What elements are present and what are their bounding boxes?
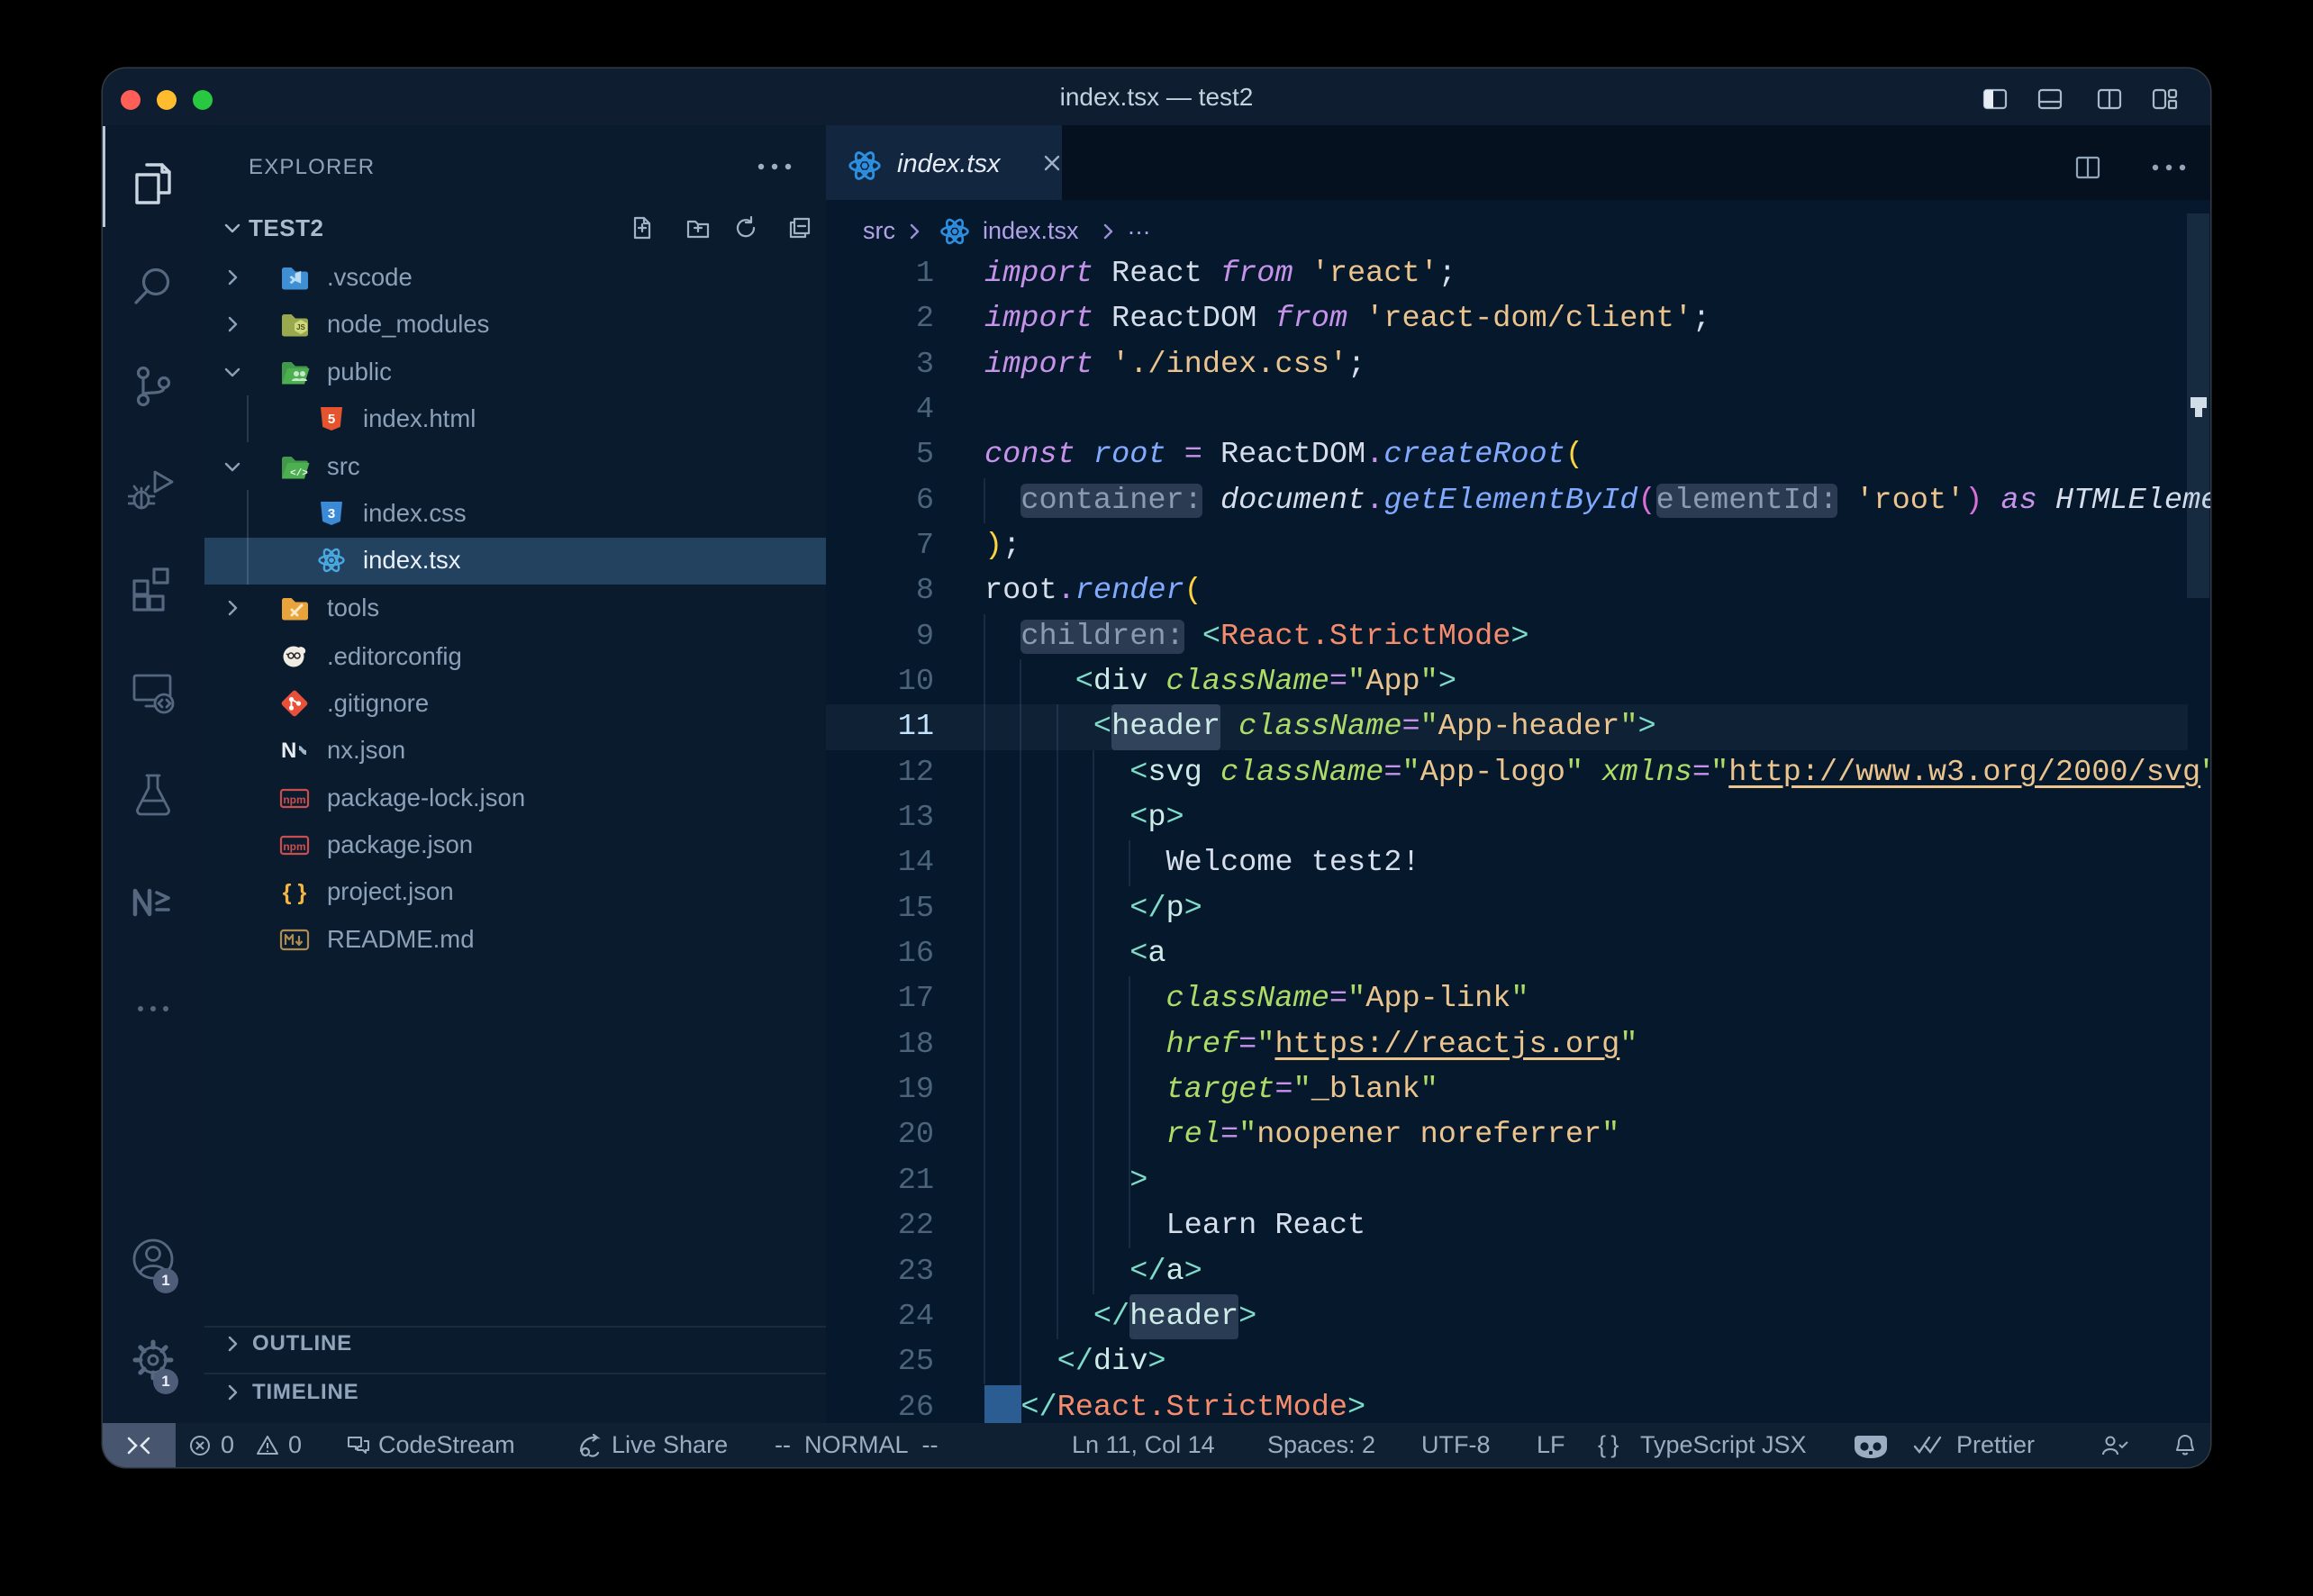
svg-text:npm: npm xyxy=(283,793,305,806)
svg-text:N: N xyxy=(281,739,296,763)
svg-text:</>: </> xyxy=(290,468,308,479)
svg-text:npm: npm xyxy=(283,840,305,853)
svg-text:5: 5 xyxy=(328,412,335,427)
svg-text:{ }: { } xyxy=(283,880,307,905)
svg-text:JS: JS xyxy=(296,323,305,331)
svg-text:3: 3 xyxy=(328,506,335,521)
